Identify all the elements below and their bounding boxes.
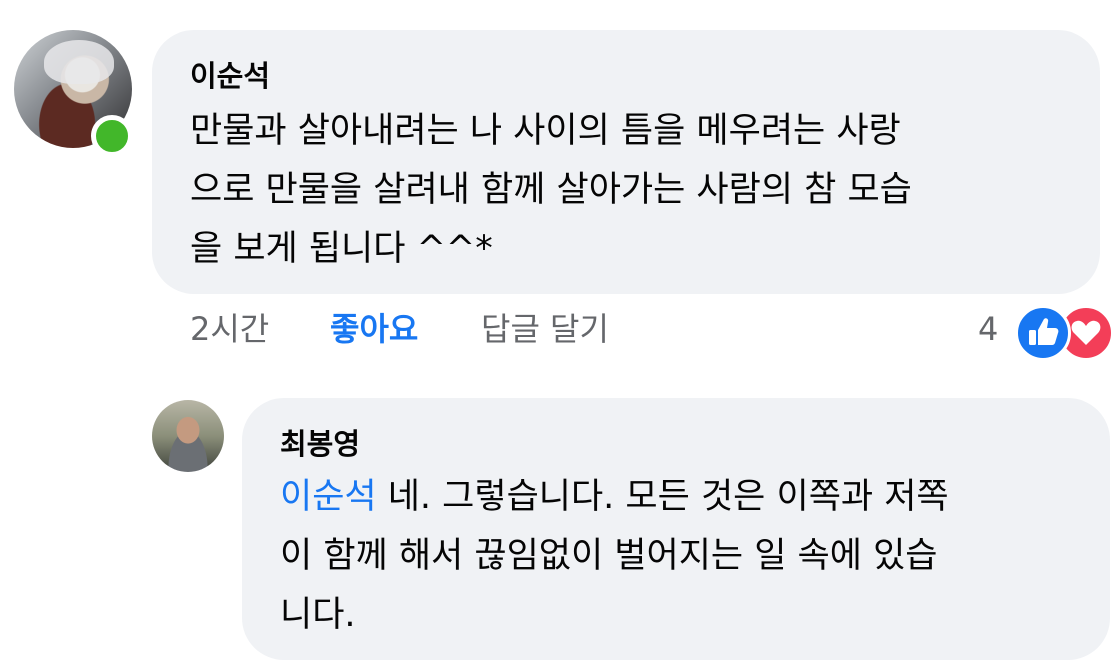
- comment-text: 만물과 살아내려는 나 사이의 틈을 메우려는 사랑 으로 만물을 살려내 함께…: [190, 102, 912, 279]
- comment-timestamp[interactable]: 2시간: [190, 307, 269, 351]
- comment-author[interactable]: 최봉영: [280, 426, 360, 462]
- reaction-count[interactable]: 4: [978, 307, 998, 351]
- online-status-dot: [91, 115, 133, 157]
- reply-button[interactable]: 답글 달기: [481, 307, 609, 351]
- avatar-hair: [44, 40, 114, 84]
- comment-text: 이순석 네. 그렇습니다. 모든 것은 이쪽과 저쪽 이 함께 해서 끊임없이 …: [280, 468, 949, 645]
- like-button[interactable]: 좋아요: [330, 307, 418, 351]
- comment-text-line: 만물과 살아내려는 나 사이의 틈을 메우려는 사랑: [190, 111, 901, 151]
- comment-text-fragment: 네. 그렇습니다. 모든 것은 이쪽과 저쪽: [376, 477, 949, 517]
- mention-link[interactable]: 이순석: [280, 477, 377, 517]
- comment-text-line: 이순석 네. 그렇습니다. 모든 것은 이쪽과 저쪽: [280, 468, 949, 527]
- comment-bubble: 최봉영 이순석 네. 그렇습니다. 모든 것은 이쪽과 저쪽 이 함께 해서 끊…: [242, 398, 1110, 660]
- comment-text-line: 을 보게 됩니다 ^^*: [190, 229, 493, 269]
- comment-text-line: 으로 만물을 살려내 함께 살아가는 사람의 참 모습: [190, 170, 912, 210]
- comment-author[interactable]: 이순석: [190, 58, 270, 94]
- avatar[interactable]: [152, 400, 224, 472]
- comment-text-line: 니다.: [280, 595, 356, 635]
- comment-text-line: 이 함께 해서 끊임없이 벌어지는 일 속에 있습: [280, 536, 938, 576]
- comment-bubble: 이순석 만물과 살아내려는 나 사이의 틈을 메우려는 사랑 으로 만물을 살려…: [152, 30, 1100, 294]
- like-icon[interactable]: [1015, 305, 1071, 361]
